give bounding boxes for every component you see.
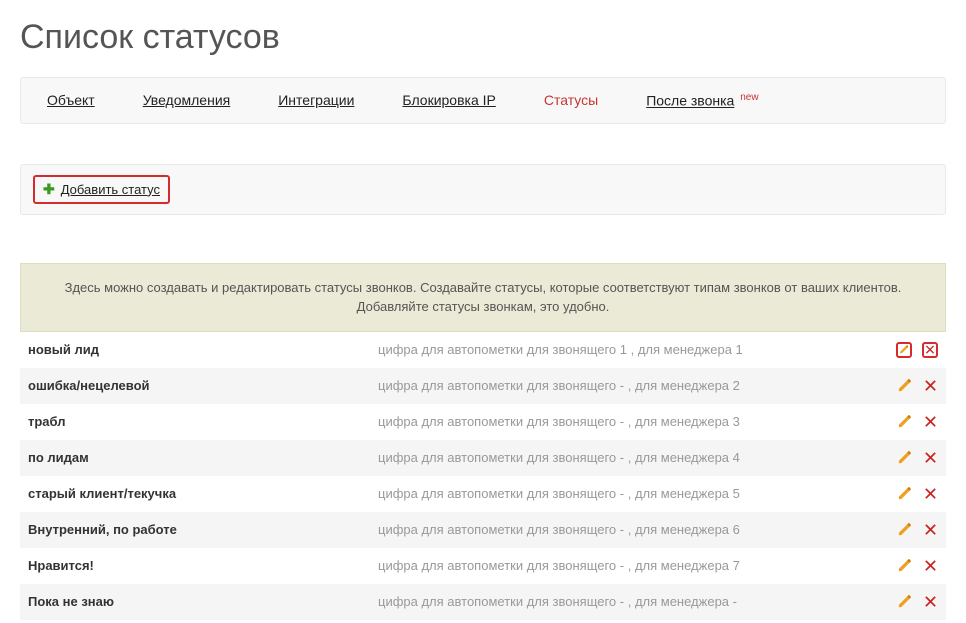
delete-icon[interactable] [922,558,938,574]
status-meta: цифра для автопометки для звонящего - , … [378,414,878,429]
plus-icon: ✚ [43,181,55,198]
edit-icon[interactable] [896,558,912,574]
tab-object[interactable]: Объект [47,92,95,108]
status-list: новый лидцифра для автопометки для звоня… [20,332,946,620]
status-meta: цифра для автопометки для звонящего - , … [378,486,878,501]
delete-icon[interactable] [922,594,938,610]
table-row: новый лидцифра для автопометки для звоня… [20,332,946,368]
status-meta: цифра для автопометки для звонящего - , … [378,378,878,393]
status-meta: цифра для автопометки для звонящего - , … [378,558,878,573]
row-actions [878,378,938,394]
status-name: Нравится! [28,558,378,573]
table-row: Внутренний, по работецифра для автопомет… [20,512,946,548]
status-name: Внутренний, по работе [28,522,378,537]
table-row: по лидамцифра для автопометки для звонящ… [20,440,946,476]
delete-icon[interactable] [922,342,938,358]
tab-notifications[interactable]: Уведомления [143,92,231,108]
tab-after-call[interactable]: После звонка [646,93,734,109]
row-actions [878,594,938,610]
edit-icon[interactable] [896,522,912,538]
status-name: старый клиент/текучка [28,486,378,501]
status-meta: цифра для автопометки для звонящего - , … [378,522,878,537]
status-name: по лидам [28,450,378,465]
table-row: Нравится!цифра для автопометки для звоня… [20,548,946,584]
delete-icon[interactable] [922,450,938,466]
new-badge: new [740,92,758,103]
table-row: траблцифра для автопометки для звонящего… [20,404,946,440]
info-box: Здесь можно создавать и редактировать ст… [20,263,946,332]
row-actions [878,522,938,538]
status-name: трабл [28,414,378,429]
status-name: ошибка/нецелевой [28,378,378,393]
tab-ip-block[interactable]: Блокировка IP [402,92,495,108]
row-actions [878,414,938,430]
tabs-bar: Объект Уведомления Интеграции Блокировка… [20,77,946,124]
page-title: Список статусов [20,18,946,57]
status-meta: цифра для автопометки для звонящего - , … [378,594,878,609]
add-status-bar: ✚ Добавить статус [20,164,946,215]
delete-icon[interactable] [922,486,938,502]
edit-icon[interactable] [896,594,912,610]
row-actions [878,450,938,466]
tab-after-call-wrap: После звонка new [646,92,758,109]
status-meta: цифра для автопометки для звонящего 1 , … [378,342,878,357]
table-row: ошибка/нецелевойцифра для автопометки дл… [20,368,946,404]
table-row: Пока не знаюцифра для автопометки для зв… [20,584,946,620]
edit-icon[interactable] [896,450,912,466]
status-name: новый лид [28,342,378,357]
edit-icon[interactable] [896,342,912,358]
status-meta: цифра для автопометки для звонящего - , … [378,450,878,465]
add-status-button[interactable]: ✚ Добавить статус [33,175,170,204]
edit-icon[interactable] [896,486,912,502]
table-row: старый клиент/текучкацифра для автопомет… [20,476,946,512]
edit-icon[interactable] [896,378,912,394]
status-name: Пока не знаю [28,594,378,609]
row-actions [878,342,938,358]
row-actions [878,558,938,574]
tab-integrations[interactable]: Интеграции [278,92,354,108]
add-status-link[interactable]: Добавить статус [61,182,160,197]
row-actions [878,486,938,502]
tab-statuses[interactable]: Статусы [544,92,598,108]
delete-icon[interactable] [922,378,938,394]
edit-icon[interactable] [896,414,912,430]
delete-icon[interactable] [922,522,938,538]
delete-icon[interactable] [922,414,938,430]
